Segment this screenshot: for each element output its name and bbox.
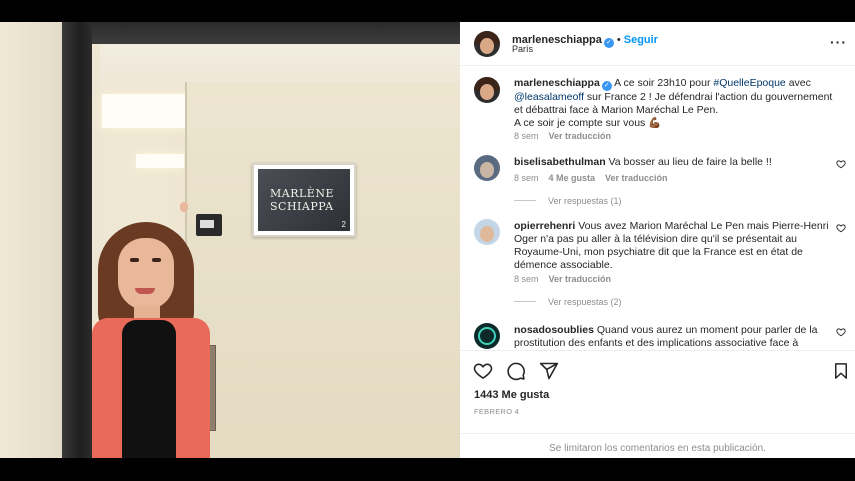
door-frame (62, 22, 92, 458)
translate-link[interactable]: Ver traducción (549, 274, 612, 284)
post-date[interactable]: FEBRERO 4 (474, 407, 519, 416)
avatar[interactable] (474, 31, 500, 57)
caption-text: marleneschiappa ✓ A ce soir 23h10 pour #Q… (514, 77, 834, 130)
door (185, 82, 460, 458)
post-actions: 1443 Me gusta FEBRERO 4 Se limitaron los… (460, 350, 855, 458)
hashtag-link[interactable]: #QuelleEpoque (713, 77, 785, 89)
avatar[interactable] (474, 323, 500, 349)
comments-list[interactable]: marleneschiappa ✓ A ce soir 23h10 pour #Q… (460, 67, 855, 349)
comment-text: nosadosoublies Quand vous aurez un momen… (514, 324, 834, 349)
name-card-number: 2 (341, 220, 346, 229)
caption-text-part: A ce soir je compte sur vous 💪🏾 (514, 117, 662, 129)
share-send-icon[interactable] (539, 361, 559, 381)
verified-badge-icon: ✓ (601, 81, 612, 91)
post-sidebar: marleneschiappa ✓ • Seguir París ··· marlen… (460, 22, 855, 458)
translate-link[interactable]: Ver traducción (549, 131, 612, 141)
like-heart-icon[interactable] (473, 361, 493, 381)
verified-badge-icon: ✓ (603, 38, 614, 48)
comment-meta: 8 sem 4 Me gusta Ver traducción (514, 173, 678, 183)
comment-text: opierrehenri Vous avez Marion Maréchal L… (514, 220, 834, 272)
door-frame-top (62, 22, 460, 44)
comment-bubble-icon[interactable] (506, 361, 526, 381)
avatar[interactable] (474, 219, 500, 245)
eye (152, 258, 161, 262)
comment-username[interactable]: nosadosoublies (514, 324, 594, 336)
comment-likes[interactable]: 4 Me gusta (549, 173, 596, 183)
comments-limited-notice: Se limitaron los comentarios en esta pub… (460, 433, 855, 459)
translate-link[interactable]: Ver traducción (605, 173, 668, 183)
caption-username[interactable]: marleneschiappa (514, 77, 600, 89)
post-header: marleneschiappa ✓ • Seguir París ··· (460, 22, 855, 66)
name-card: MARLÈNE SCHIAPPA 2 (252, 163, 356, 237)
view-replies-button[interactable]: Ver respuestas (1) (514, 196, 622, 206)
avatar[interactable] (474, 77, 500, 103)
caption-time[interactable]: 8 sem (514, 131, 539, 141)
comment-username[interactable]: opierrehenri (514, 220, 575, 232)
ceiling-light (102, 94, 190, 128)
separator-dot: • (616, 34, 621, 46)
comment-text: biselisabethulman Va bosser au lieu de f… (514, 156, 834, 169)
ceiling-light (136, 154, 184, 168)
name-card-line1: MARLÈNE (270, 187, 334, 200)
wall (0, 22, 62, 458)
face (118, 238, 174, 310)
view-replies-button[interactable]: Ver respuestas (2) (514, 297, 622, 307)
eye (130, 258, 139, 262)
hand (180, 202, 188, 212)
like-comment-heart-icon[interactable] (836, 327, 846, 337)
replies-divider (514, 200, 536, 201)
comment-meta: 8 sem Ver traducción (514, 274, 621, 284)
post-modal: MARLÈNE SCHIAPPA 2 marleneschiappa ✓ • S… (0, 22, 855, 458)
person (92, 202, 212, 458)
view-replies-label: Ver respuestas (1) (548, 196, 622, 206)
replies-divider (514, 301, 536, 302)
comment-time[interactable]: 8 sem (514, 274, 539, 284)
like-comment-heart-icon[interactable] (836, 223, 846, 233)
like-count[interactable]: 1443 Me gusta (474, 389, 549, 401)
caption-text-part: avec (785, 77, 811, 89)
comment-username[interactable]: biselisabethulman (514, 156, 606, 168)
post-photo[interactable]: MARLÈNE SCHIAPPA 2 (0, 22, 460, 458)
comment-body: Va bosser au lieu de faire la belle !! (608, 156, 772, 168)
top (122, 320, 176, 458)
avatar[interactable] (474, 155, 500, 181)
mouth (135, 288, 155, 294)
save-bookmark-icon[interactable] (832, 361, 850, 381)
name-card-line2: SCHIAPPA (270, 200, 334, 213)
caption-text-part: A ce soir 23h10 pour (611, 77, 714, 89)
follow-button[interactable]: Seguir (624, 34, 658, 46)
post-location[interactable]: París (512, 44, 533, 54)
caption-meta: 8 sem Ver traducción (514, 131, 621, 141)
comment-time[interactable]: 8 sem (514, 173, 539, 183)
like-comment-heart-icon[interactable] (836, 159, 846, 169)
mention-link[interactable]: @leasalameoff (514, 91, 584, 103)
view-replies-label: Ver respuestas (2) (548, 297, 622, 307)
more-options-icon[interactable]: ··· (830, 34, 847, 50)
